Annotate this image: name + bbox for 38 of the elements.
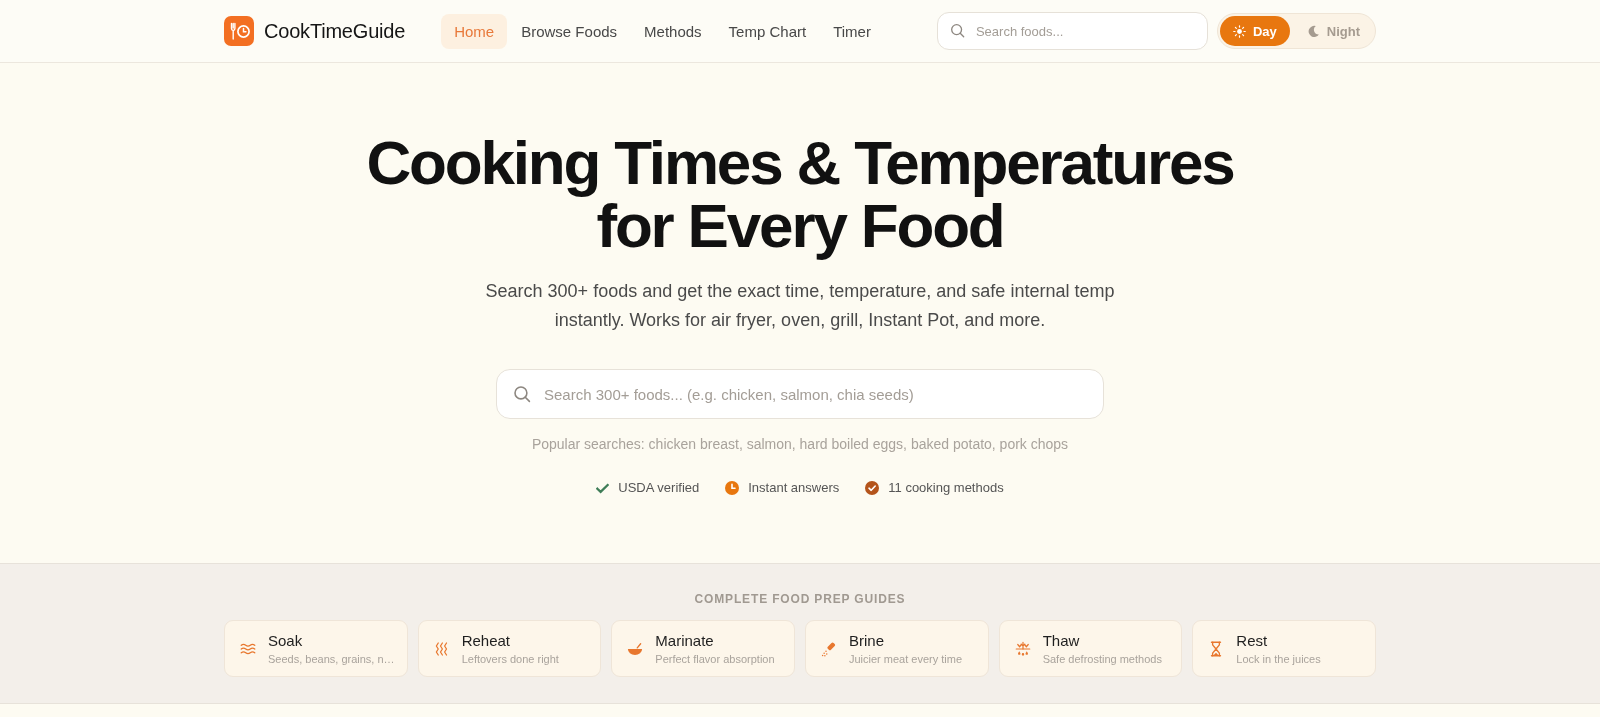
shaker-icon [820, 639, 838, 658]
guide-title: Soak [268, 631, 303, 650]
food-search-field[interactable]: Search 300+ foods... (e.g. chicken, salmon, chia seeds) [496, 369, 1104, 419]
search-field[interactable]: Search foods... [936, 12, 1208, 50]
guide-card[interactable]: Marinate Perfect flavor absorption [611, 620, 795, 677]
hero-subtitle: Search 300+ foods and get the exact time, temperature, and safe internal temp instantly. Works for air fryer, oven, grill, Instant Pot, and more. [484, 280, 1116, 332]
nav-link[interactable]: Browse Foods [508, 13, 631, 49]
guide-title: Brine [849, 631, 885, 650]
sun-icon [1232, 24, 1246, 38]
moon-icon [1306, 24, 1320, 38]
guide-title: Rest [1236, 631, 1268, 650]
search-icon [949, 23, 965, 38]
guide-title: Thaw [1042, 631, 1080, 650]
feature-label: USDA verified [618, 479, 700, 497]
nav-link[interactable]: Temp Chart [715, 13, 820, 49]
search-icon [513, 385, 531, 403]
guide-card[interactable]: Rest Lock in the juices [1192, 620, 1376, 677]
guide-card[interactable]: Soak Seeds, beans, grains, n… [224, 620, 408, 677]
nav-link[interactable]: Timer [820, 13, 884, 49]
guide-description: Safe defrosting methods [1042, 652, 1162, 666]
feature-label: Instant answers [748, 479, 840, 497]
snowflake-drops-icon [1013, 639, 1032, 658]
guide-title: Reheat [461, 631, 511, 650]
site-name[interactable]: CookTimeGuide [264, 19, 406, 43]
guide-description: Juicier meat every time [849, 652, 963, 666]
guide-title: Marinate [655, 631, 714, 650]
logo-icon[interactable] [224, 16, 254, 46]
popular-searches: Popular searches: chicken breast, salmon, hard boiled eggs, baked potato, pork chops [531, 435, 1069, 454]
guide-description: Lock in the juices [1236, 652, 1321, 666]
guide-card[interactable]: Brine Juicier meat every time [805, 620, 989, 677]
guide-description: Seeds, beans, grains, n… [268, 652, 395, 666]
nav-link[interactable]: Methods [631, 13, 715, 49]
guide-card[interactable]: Reheat Leftovers done right [417, 620, 602, 677]
guide-description: Leftovers done right [461, 652, 559, 666]
feature-label: 11 cooking methods [888, 479, 1004, 497]
section-heading: COMPLETE FOOD PREP GUIDES [694, 591, 906, 607]
guide-description: Perfect flavor absorption [655, 652, 775, 666]
guide-card[interactable]: Thaw Safe defrosting methods [998, 620, 1183, 677]
